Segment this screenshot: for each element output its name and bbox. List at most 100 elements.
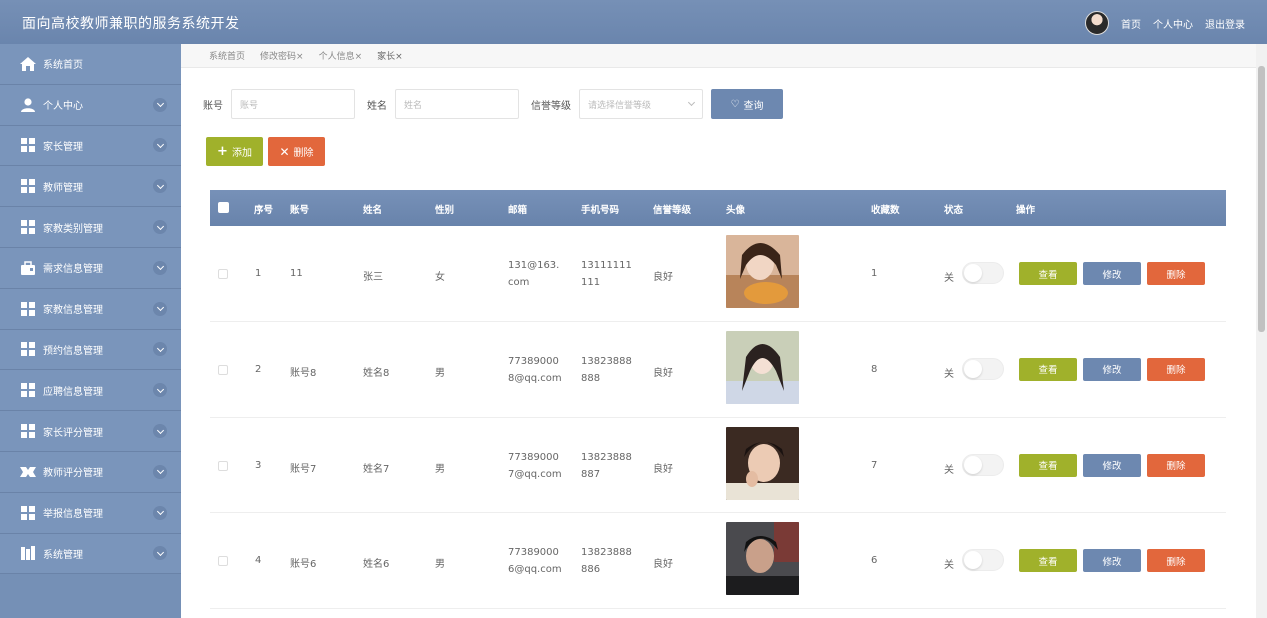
chevron-down-icon[interactable] — [153, 383, 167, 398]
sidebar-item-tutoring-categories[interactable]: 家教类别管理 — [0, 207, 181, 248]
row-index: 4 — [255, 555, 262, 567]
sidebar-item-system[interactable]: 系统管理 — [0, 533, 181, 575]
row-delete-button[interactable]: 删除 — [1147, 262, 1205, 285]
sidebar-item-applications[interactable]: 应聘信息管理 — [0, 370, 181, 412]
edit-button[interactable]: 修改 — [1083, 549, 1141, 573]
close-icon[interactable]: × — [296, 52, 304, 62]
status-toggle[interactable] — [962, 262, 1004, 284]
logout-link[interactable]: 退出登录 — [1205, 16, 1245, 31]
row-delete-button[interactable]: 删除 — [1147, 549, 1205, 573]
tab-label: 家长 — [377, 52, 396, 62]
row-checkbox[interactable] — [218, 556, 228, 567]
close-icon[interactable]: × — [355, 52, 363, 62]
column-header: 收藏数 — [871, 205, 900, 216]
chevron-down-icon[interactable] — [153, 97, 167, 112]
row-status-label: 关 — [944, 273, 954, 284]
edit-button[interactable]: 修改 — [1083, 357, 1141, 381]
sidebar-item-parents[interactable]: 家长管理 — [0, 125, 181, 167]
chevron-down-icon[interactable] — [153, 301, 167, 316]
row-status-label: 关 — [944, 560, 954, 572]
status-toggle[interactable] — [962, 549, 1004, 572]
column-header: 邮箱 — [508, 205, 528, 216]
row-email: 773890006@qq.com — [508, 547, 562, 576]
chevron-down-icon[interactable] — [153, 342, 167, 357]
row-email: 131@163.com — [508, 260, 560, 288]
row-account: 账号7 — [290, 463, 317, 475]
row-favorites: 6 — [871, 555, 878, 567]
name-search-input[interactable]: 姓名 — [395, 89, 519, 119]
chevron-down-icon[interactable] — [153, 220, 167, 235]
column-header: 账号 — [290, 205, 310, 216]
row-checkbox[interactable] — [218, 269, 228, 279]
row-checkbox[interactable] — [218, 460, 228, 471]
chevron-down-icon[interactable] — [153, 179, 167, 194]
scrollbar-thumb[interactable] — [1258, 66, 1265, 332]
credit-level-placeholder: 请选择信誉等级 — [588, 100, 652, 111]
select-all-checkbox[interactable] — [218, 202, 229, 213]
sidebar-item-teachers[interactable]: 教师管理 — [0, 166, 181, 208]
chevron-down-icon[interactable] — [153, 546, 167, 561]
view-button[interactable]: 查看 — [1019, 453, 1077, 477]
row-delete-button[interactable]: 删除 — [1147, 453, 1205, 477]
add-button-label: 添加 — [231, 148, 252, 159]
grid-icon — [20, 301, 36, 316]
tab-label: 修改密码 — [260, 52, 297, 62]
sidebar-item-label: 预约信息管理 — [43, 345, 103, 357]
home-link[interactable]: 首页 — [1121, 16, 1141, 31]
tab-change-password[interactable]: 修改密码× — [260, 49, 304, 62]
chevron-down-icon[interactable] — [153, 260, 167, 275]
sidebar-item-appointments[interactable]: 预约信息管理 — [0, 329, 181, 371]
account-label: 账号 — [203, 100, 223, 112]
parents-table: 序号 账号 姓名 性别 邮箱 手机号码 信誉等级 头像 收藏数 状态 操作 1 … — [210, 190, 1226, 610]
query-button[interactable]: ♡ 查询 — [711, 89, 783, 119]
sidebar-item-tutoring-info[interactable]: 家教信息管理 — [0, 288, 181, 330]
name-label: 姓名 — [367, 100, 387, 112]
status-toggle[interactable] — [962, 357, 1004, 380]
row-credit-level: 良好 — [653, 463, 673, 475]
row-status-label: 关 — [944, 368, 954, 380]
row-account: 账号6 — [290, 559, 317, 571]
app-title: 面向高校教师兼职的服务系统开发 — [22, 16, 240, 32]
edit-button[interactable]: 修改 — [1083, 262, 1141, 285]
tab-parents[interactable]: 家长× — [377, 49, 403, 62]
edit-button[interactable]: 修改 — [1083, 453, 1141, 477]
delete-button[interactable]: ✕ 删除 — [268, 137, 325, 166]
view-button[interactable]: 查看 — [1019, 262, 1077, 285]
tab-bar: 系统首页 修改密码× 个人信息× 家长× — [181, 44, 1256, 68]
sidebar-item-personal[interactable]: 个人中心 — [0, 84, 181, 126]
vertical-scrollbar[interactable] — [1256, 44, 1267, 618]
table-row: 1 11 张三 女 131@163.com 13111111111 良好 1 关… — [210, 226, 1226, 322]
row-checkbox[interactable] — [218, 364, 228, 375]
chevron-down-icon[interactable] — [153, 505, 167, 520]
view-button[interactable]: 查看 — [1019, 549, 1077, 573]
profile-link[interactable]: 个人中心 — [1153, 16, 1193, 31]
view-button[interactable]: 查看 — [1019, 357, 1077, 381]
sidebar-item-teacher-ratings[interactable]: 教师评分管理 — [0, 451, 181, 493]
row-account: 11 — [290, 268, 303, 279]
account-search-input[interactable]: 账号 — [231, 89, 355, 119]
sidebar-item-dashboard[interactable]: 系统首页 — [0, 44, 181, 85]
row-favorites: 1 — [871, 268, 878, 279]
status-toggle[interactable] — [962, 453, 1004, 476]
chevron-down-icon[interactable] — [153, 464, 167, 479]
close-icon[interactable]: × — [395, 52, 403, 62]
home-icon — [20, 56, 36, 71]
chevron-down-icon[interactable] — [153, 138, 167, 153]
tab-personal-info[interactable]: 个人信息× — [319, 49, 363, 62]
sidebar-item-demand-info[interactable]: 需求信息管理 — [0, 247, 181, 289]
tab-dashboard[interactable]: 系统首页 — [209, 49, 245, 62]
sidebar-item-parent-ratings[interactable]: 家长评分管理 — [0, 411, 181, 452]
user-avatar[interactable] — [1085, 11, 1109, 35]
sidebar-item-label: 家长管理 — [43, 141, 83, 153]
credit-level-select[interactable]: 请选择信誉等级 — [579, 89, 703, 119]
sidebar-item-label: 家长评分管理 — [43, 427, 103, 439]
top-header: 面向高校教师兼职的服务系统开发 首页 个人中心 退出登录 — [0, 0, 1267, 44]
row-name: 姓名8 — [363, 367, 390, 379]
sidebar-item-label: 教师管理 — [43, 182, 83, 194]
row-avatar-photo — [726, 235, 799, 308]
row-delete-button[interactable]: 删除 — [1147, 357, 1205, 381]
add-button[interactable]: + 添加 — [206, 137, 263, 166]
sidebar-item-reports[interactable]: 举报信息管理 — [0, 492, 181, 534]
chevron-down-icon[interactable] — [153, 424, 167, 439]
grid-icon — [20, 342, 36, 357]
